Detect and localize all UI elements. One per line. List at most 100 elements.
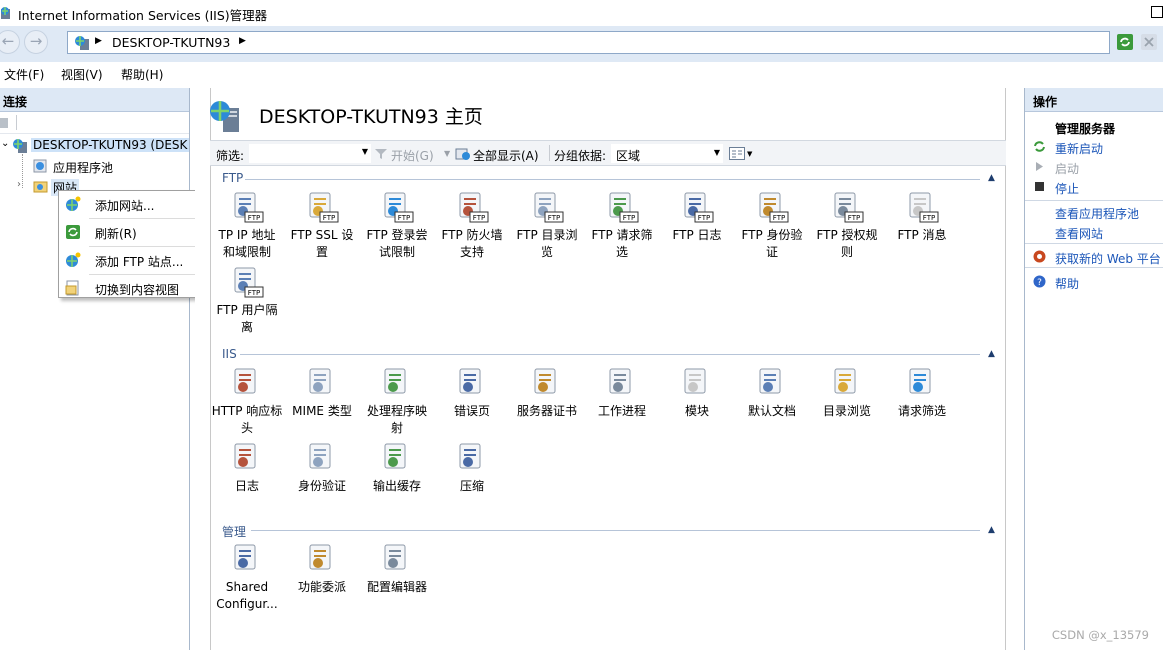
feature-label-line1: HTTP 响应标 (211, 404, 283, 418)
feature-tile[interactable]: HTTP 响应标头 (209, 366, 285, 437)
back-button[interactable]: ← (0, 30, 20, 54)
feature-tile[interactable]: FTP FTP SSL 设置 (284, 190, 360, 261)
action-start[interactable]: 启动 (1055, 160, 1079, 177)
feature-tile[interactable]: FTP FTP 防火墙 支持 (434, 190, 510, 261)
feature-tile[interactable]: FTP FTP 身份验证 (734, 190, 810, 261)
feature-tile[interactable]: 模块 (659, 366, 735, 420)
feature-tile[interactable]: 服务器证书 (509, 366, 585, 420)
connections-header: 连接 (0, 88, 189, 112)
tree-server[interactable]: DESKTOP-TKUTN93 (DESK (31, 138, 189, 152)
filter-input[interactable]: ▼ (249, 144, 371, 163)
action-get-web-platform[interactable]: 获取新的 Web 平台 (1055, 250, 1161, 267)
stop-icon[interactable] (1140, 33, 1158, 51)
group-by-select[interactable]: 区域 ▼ (611, 144, 723, 163)
menu-file[interactable]: 文件(F) (4, 66, 44, 83)
feature-label-line1: Shared (225, 580, 269, 594)
forward-button[interactable]: → (24, 30, 48, 54)
feature-tile[interactable]: 输出缓存 (359, 441, 435, 495)
menu-help[interactable]: 帮助(H) (121, 66, 163, 83)
feature-tile[interactable]: 身份验证 (284, 441, 360, 495)
add-website-icon (66, 196, 81, 211)
feature-tile[interactable]: FTP FTP 请求筛选 (584, 190, 660, 261)
feature-tile[interactable]: 工作进程 (584, 366, 660, 420)
feature-label-line1: FTP 请求筛 (591, 228, 653, 242)
feature-tile[interactable]: 功能委派 (284, 542, 360, 596)
page-title: DESKTOP-TKUTN93 主页 (259, 106, 483, 128)
feature-tile[interactable]: 默认文档 (734, 366, 810, 420)
feature-label-line1: 错误页 (453, 404, 490, 418)
view-mode-icon[interactable] (729, 147, 745, 160)
svg-text:FTP: FTP (473, 214, 485, 222)
feature-tile[interactable]: 日志 (209, 441, 285, 495)
feature-tile[interactable]: FTP TP IP 地址 和域限制 (209, 190, 285, 261)
collapse-ftp-icon[interactable]: ▲ (988, 173, 995, 183)
expand-sites-icon[interactable]: › (17, 179, 21, 190)
web-platform-icon (1033, 250, 1046, 263)
action-restart[interactable]: 重新启动 (1055, 140, 1103, 157)
default-document-icon (759, 368, 781, 394)
breadcrumb-dropdown-icon[interactable]: ▶ (239, 36, 246, 46)
view-mode-dropdown-icon[interactable]: ▼ (747, 150, 752, 158)
ctx-add-ftp-site-label: 添加 FTP 站点... (95, 255, 184, 269)
ftp-ssl-icon: FTP (309, 192, 339, 223)
action-view-sites[interactable]: 查看网站 (1055, 225, 1103, 242)
feature-tile[interactable]: 处理程序映射 (359, 366, 435, 437)
feature-tile[interactable]: FTP FTP 用户隔离 (209, 265, 285, 336)
handler-mappings-icon (384, 368, 406, 394)
feature-tile[interactable]: Shared Configur... (209, 542, 285, 613)
start-button[interactable]: 开始(G) (391, 147, 434, 164)
expand-server-icon[interactable]: ⌄ (1, 138, 9, 149)
start-dropdown-icon[interactable]: ▼ (444, 149, 450, 158)
error-pages-icon (459, 368, 481, 394)
iis-app-icon (1, 7, 10, 19)
request-filtering-icon (909, 368, 931, 394)
feature-label-line1: FTP 目录浏 (516, 228, 578, 242)
http-headers-icon (234, 368, 256, 394)
watermark: CSDN @x_13579 (1051, 628, 1149, 642)
action-stop[interactable]: 停止 (1055, 180, 1079, 197)
feature-label-line1: 功能委派 (297, 580, 346, 594)
actions-header: 操作 (1025, 88, 1163, 112)
menu-view[interactable]: 视图(V) (61, 66, 103, 83)
window-title: Internet Information Services (IIS)管理器 (18, 8, 268, 23)
feature-label-line1: 配置编辑器 (366, 580, 427, 594)
connections-toolbar (0, 112, 189, 134)
maximize-button[interactable] (1151, 6, 1163, 18)
feature-tile[interactable]: 压缩 (434, 441, 510, 495)
feature-label-line2: 览 (540, 245, 553, 259)
svg-text:FTP: FTP (623, 214, 635, 222)
connect-icon[interactable] (0, 116, 10, 130)
action-view-app-pools[interactable]: 查看应用程序池 (1055, 205, 1139, 222)
feature-tile[interactable]: 目录浏览 (809, 366, 885, 420)
address-box[interactable]: ▶ DESKTOP-TKUTN93 ▶ (67, 31, 1110, 54)
feature-tile[interactable]: MIME 类型 (284, 366, 360, 420)
ftp-messages-icon: FTP (909, 192, 939, 223)
feature-label-line1: MIME 类型 (292, 404, 352, 418)
feature-label-line2: 选 (615, 245, 628, 259)
refresh-icon[interactable] (1116, 33, 1134, 51)
chevron-down-icon: ▼ (361, 147, 368, 156)
show-all-icon (455, 148, 470, 160)
action-help[interactable]: 帮助 (1055, 275, 1079, 292)
show-all-button[interactable]: 全部显示(A) (473, 147, 539, 164)
tree-app-pools[interactable]: 应用程序池 (53, 159, 113, 176)
server-home-icon (210, 101, 239, 132)
authentication-icon (309, 443, 331, 469)
actions-panel: 操作 管理服务器 重新启动 启动 停止 查看应用程序池 查看网站 获取新的 We… (1024, 88, 1163, 650)
feature-tile[interactable]: 请求筛选 (884, 366, 960, 420)
forward-arrow-icon: → (29, 32, 43, 50)
feature-tile[interactable]: FTP FTP 目录浏览 (509, 190, 585, 261)
feature-tile[interactable]: FTP FTP 日志 (659, 190, 735, 244)
collapse-management-icon[interactable]: ▲ (988, 525, 995, 535)
feature-tile[interactable]: 错误页 (434, 366, 510, 420)
feature-tile[interactable]: FTP FTP 消息 (884, 190, 960, 244)
feature-tile[interactable]: FTP FTP 登录尝 试限制 (359, 190, 435, 261)
svg-text:FTP: FTP (398, 214, 410, 222)
feature-label-line2: 离 (240, 320, 253, 334)
feature-tile[interactable]: 配置编辑器 (359, 542, 435, 596)
collapse-iis-icon[interactable]: ▲ (988, 349, 995, 359)
feature-label-line2: 置 (315, 245, 328, 259)
feature-tile[interactable]: FTP FTP 授权规则 (809, 190, 885, 261)
feature-label-line1: FTP 日志 (672, 228, 722, 242)
refresh-icon (66, 225, 80, 239)
